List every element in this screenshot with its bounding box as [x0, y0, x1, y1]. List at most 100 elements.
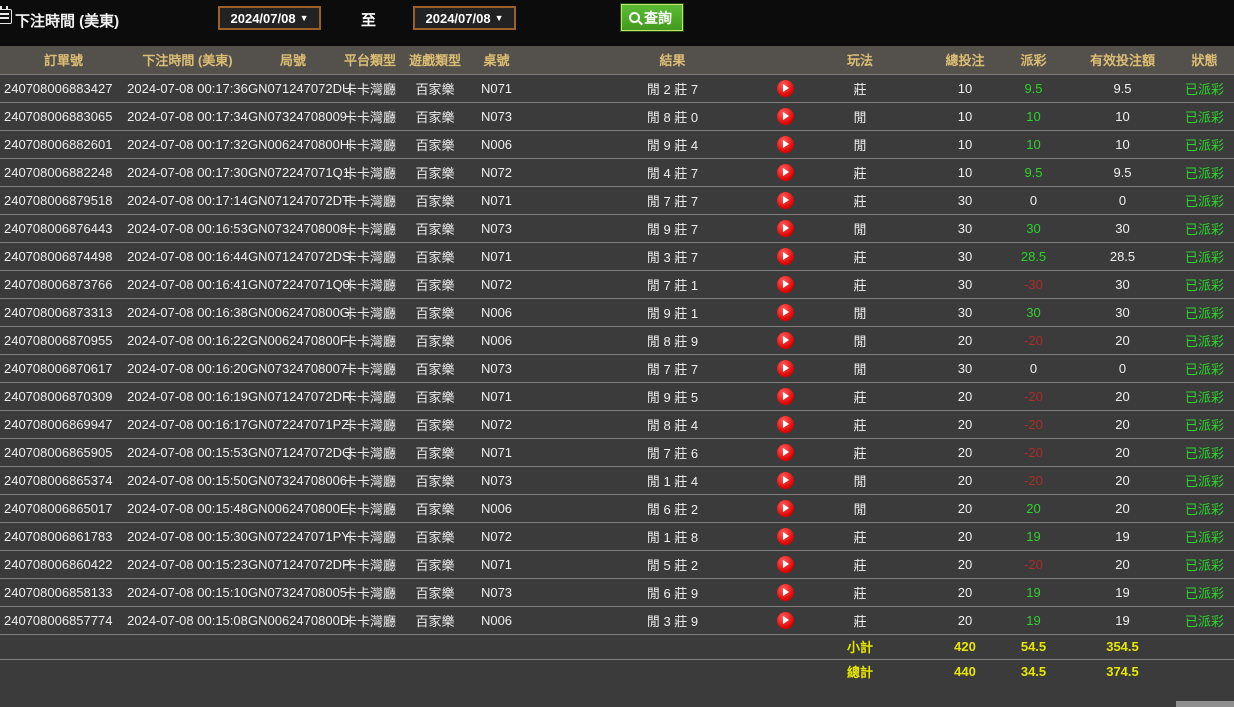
valid-bet-cell: 30 — [1070, 213, 1175, 242]
status-badge: 已派彩 — [1175, 101, 1234, 130]
replay-video-icon[interactable] — [776, 415, 794, 433]
replay-cell — [755, 269, 815, 298]
replay-video-icon[interactable] — [776, 471, 794, 489]
valid-bet-cell: 20 — [1070, 437, 1175, 466]
replay-video-icon[interactable] — [776, 219, 794, 237]
play-type-cell: 莊 — [815, 185, 905, 214]
status-badge: 已派彩 — [1175, 325, 1234, 354]
order-no-cell: 240708006882248 — [0, 157, 127, 186]
replay-video-icon[interactable] — [776, 443, 794, 461]
bet-time-cell: 2024-07-08 00:15:10 — [127, 577, 248, 606]
replay-video-icon[interactable] — [776, 555, 794, 573]
round-no-cell: GN07324708007 — [248, 353, 347, 382]
replay-video-icon[interactable] — [776, 163, 794, 181]
date-to-picker[interactable]: 2024/07/08 ▼ — [413, 6, 516, 30]
col-header-bet-time: 下注時間 (美東) — [127, 46, 248, 74]
result-cell: 閒 9 莊 1 — [525, 297, 755, 326]
table-row: 240708006873313 2024-07-08 00:16:38 GN00… — [0, 297, 1234, 326]
status-badge: 已派彩 — [1175, 241, 1234, 270]
replay-video-icon[interactable] — [776, 499, 794, 517]
col-header-result: 結果 — [525, 46, 755, 74]
result-cell: 閒 9 莊 4 — [525, 129, 755, 158]
replay-video-icon[interactable] — [776, 331, 794, 349]
status-badge: 已派彩 — [1175, 129, 1234, 158]
total-bet-cell: 30 — [905, 213, 997, 242]
table-row: 240708006882248 2024-07-08 00:17:30 GN07… — [0, 157, 1234, 186]
payout-cell: 28.5 — [997, 241, 1070, 270]
replay-video-icon[interactable] — [776, 611, 794, 629]
replay-cell — [755, 381, 815, 410]
total-bet-cell: 20 — [905, 605, 997, 634]
play-type-cell: 莊 — [815, 549, 905, 578]
bet-time-cell: 2024-07-08 00:17:30 — [127, 157, 248, 186]
status-badge: 已派彩 — [1175, 213, 1234, 242]
game-type-cell: 百家樂 — [402, 493, 468, 522]
horizontal-scrollbar-thumb[interactable] — [1176, 701, 1234, 707]
replay-video-icon[interactable] — [776, 79, 794, 97]
replay-video-icon[interactable] — [776, 107, 794, 125]
replay-cell — [755, 101, 815, 130]
game-type-cell: 百家樂 — [402, 213, 468, 242]
replay-video-icon[interactable] — [776, 359, 794, 377]
bet-time-cell: 2024-07-08 00:16:19 — [127, 381, 248, 410]
query-toolbar: 下注時間 (美東) 2024/07/08 ▼ 至 2024/07/08 ▼ 查詢 — [0, 0, 1234, 46]
total-bet-cell: 20 — [905, 577, 997, 606]
total-payout: 34.5 — [997, 658, 1070, 684]
payout-cell: -30 — [997, 269, 1070, 298]
replay-video-icon[interactable] — [776, 387, 794, 405]
valid-bet-cell: 28.5 — [1070, 241, 1175, 270]
game-type-cell: 百家樂 — [402, 409, 468, 438]
table-no-cell: N073 — [468, 213, 525, 242]
subtotal-payout: 54.5 — [997, 633, 1070, 659]
total-bet-cell: 20 — [905, 325, 997, 354]
table-no-cell: N071 — [468, 437, 525, 466]
bet-history-table: 訂單號 下注時間 (美東) 局號 平台類型 遊戲類型 桌號 結果 玩法 總投注 … — [0, 46, 1234, 684]
subtotal-row: 小計 420 54.5 354.5 — [0, 633, 1234, 659]
total-total-bet: 440 — [905, 658, 997, 684]
replay-cell — [755, 549, 815, 578]
table-no-cell: N006 — [468, 297, 525, 326]
query-button[interactable]: 查詢 — [621, 4, 683, 31]
order-no-cell: 240708006879518 — [0, 185, 127, 214]
valid-bet-cell: 9.5 — [1070, 73, 1175, 102]
col-header-total-bet: 總投注 — [905, 46, 997, 74]
replay-video-icon[interactable] — [776, 135, 794, 153]
replay-video-icon[interactable] — [776, 247, 794, 265]
replay-video-icon[interactable] — [776, 583, 794, 601]
date-from-picker[interactable]: 2024/07/08 ▼ — [218, 6, 321, 30]
replay-video-icon[interactable] — [776, 527, 794, 545]
game-type-cell: 百家樂 — [402, 521, 468, 550]
valid-bet-cell: 9.5 — [1070, 157, 1175, 186]
col-header-round-no: 局號 — [248, 46, 338, 74]
order-no-cell: 240708006883427 — [0, 73, 127, 102]
total-spacer — [0, 658, 815, 684]
payout-cell: 19 — [997, 521, 1070, 550]
result-cell: 閒 8 莊 4 — [525, 409, 755, 438]
bet-time-cell: 2024-07-08 00:15:30 — [127, 521, 248, 550]
search-icon — [629, 12, 640, 23]
round-no-cell: GN071247072DQ — [248, 437, 352, 466]
table-row: 240708006876443 2024-07-08 00:16:53 GN07… — [0, 213, 1234, 242]
total-status-spacer — [1175, 658, 1234, 684]
replay-cell — [755, 353, 815, 382]
table-no-cell: N006 — [468, 493, 525, 522]
game-type-cell: 百家樂 — [402, 605, 468, 634]
round-no-cell: GN072247071PY — [248, 521, 350, 550]
valid-bet-cell: 20 — [1070, 325, 1175, 354]
bet-time-cell: 2024-07-08 00:16:17 — [127, 409, 248, 438]
replay-cell — [755, 465, 815, 494]
table-no-cell: N006 — [468, 605, 525, 634]
round-no-cell: GN07324708006 — [248, 465, 347, 494]
replay-video-icon[interactable] — [776, 303, 794, 321]
round-no-cell: GN072247071Q0 — [248, 269, 350, 298]
result-cell: 閒 4 莊 7 — [525, 157, 755, 186]
date-from-value: 2024/07/08 — [230, 10, 296, 26]
replay-video-icon[interactable] — [776, 191, 794, 209]
table-row: 240708006860422 2024-07-08 00:15:23 GN07… — [0, 549, 1234, 578]
status-badge: 已派彩 — [1175, 493, 1234, 522]
replay-video-icon[interactable] — [776, 275, 794, 293]
total-valid-bet: 374.5 — [1070, 658, 1175, 684]
game-type-cell: 百家樂 — [402, 465, 468, 494]
platform-cell: 卡卡灣廳 — [338, 577, 402, 606]
table-row: 240708006874498 2024-07-08 00:16:44 GN07… — [0, 241, 1234, 270]
